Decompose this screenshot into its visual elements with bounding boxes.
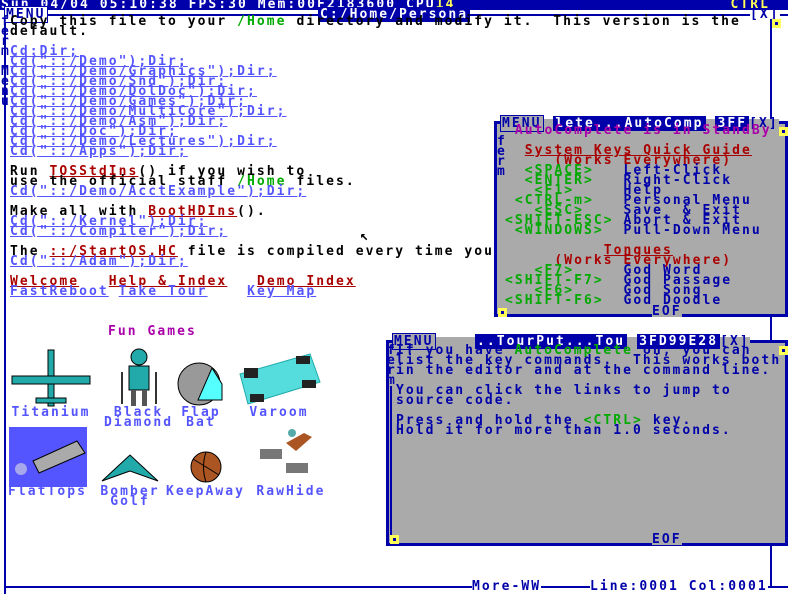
doc-line [10, 37, 741, 47]
game-titanium[interactable]: Titanium [8, 343, 94, 420]
doc-text: default. [10, 24, 90, 39]
tour-indent-bar [390, 386, 392, 541]
game-icon [166, 437, 245, 487]
doc-text: Pull-Down Menu [623, 223, 762, 238]
doc-line: in the editor and at the command line. [396, 363, 781, 378]
game-bomber-golf[interactable]: Bomber Golf [100, 437, 160, 508]
game-icon [8, 427, 87, 487]
tour-eof: EOF [652, 532, 682, 547]
tour-scroll-handle[interactable] [779, 346, 788, 355]
game-label: Diamond [104, 415, 174, 430]
doc-text [208, 284, 248, 299]
doc-line: <SHIFT-F6> God Doodle [505, 293, 772, 308]
doc-line: Copy this file to your /Home directory a… [10, 14, 741, 29]
game-icon [8, 343, 94, 408]
doc-line: Hold it for more than 1.0 seconds. [396, 423, 781, 438]
doc-text: <WINDOWS> [505, 223, 624, 238]
doc-line: AutoComplete is in StandBy [505, 123, 772, 138]
doc-link[interactable]: Cd("::/Apps");Dir; [10, 144, 188, 159]
doc-line: <WINDOWS> Pull-Down Menu [505, 223, 772, 238]
game-label: Titanium [11, 405, 91, 420]
doc-text: file is compiled every time you [177, 244, 494, 259]
doc-text: directory and modify it. This version is… [286, 14, 741, 29]
doc-text: source code. [396, 393, 515, 408]
doc-link[interactable]: FastReboot [10, 284, 109, 299]
game-label: KeepAway [166, 484, 246, 499]
auto-resize-handle[interactable] [498, 308, 507, 317]
game-icon [104, 343, 173, 408]
doc-text: <SHIFT-F6> [505, 293, 624, 308]
game-icon [236, 343, 322, 408]
doc-link[interactable]: Take Tour [119, 284, 208, 299]
doc-link[interactable]: Cd("::/Compiler");Dir; [10, 224, 227, 239]
status-more: More-WW [472, 579, 542, 594]
auto-scroll-handle[interactable] [779, 127, 788, 136]
doc-text: in the editor and at the command line. [396, 363, 772, 378]
scroll-handle[interactable] [772, 19, 781, 28]
game-flap-bat[interactable]: Flap Bat [176, 343, 226, 429]
fun-games-title: Fun Games [108, 324, 197, 339]
game-icon [256, 429, 326, 487]
game-varoom[interactable]: Varoom [236, 343, 322, 420]
autocomplete-document: AutoComplete is in StandBy System Keys Q… [505, 123, 772, 308]
game-flattops[interactable]: FlatTops [8, 427, 88, 499]
doc-link[interactable]: Key Map [247, 284, 316, 299]
game-label: Varoom [249, 405, 309, 420]
game-icon [176, 343, 226, 408]
game-icon [100, 437, 160, 487]
mouse-cursor-icon: ↖ [360, 228, 371, 244]
doc-text: /Home [237, 14, 287, 29]
auto-eof: EOF [652, 304, 682, 319]
tour-resize-handle[interactable] [390, 535, 399, 544]
doc-text: Hold it for more than 1.0 seconds. [396, 423, 732, 438]
game-black-diamond[interactable]: Black Diamond [104, 343, 174, 430]
game-label: RawHide [256, 484, 326, 499]
game-keepaway[interactable]: KeepAway [166, 437, 246, 499]
game-label: FlatTops [8, 484, 88, 499]
tour-document: If you have AutoComplete on, you can list… [396, 344, 781, 438]
doc-link[interactable]: Cd("::/Demo/AcctExample");Dir; [10, 184, 306, 199]
doc-link[interactable]: Cd("::/Adam");Dir; [10, 254, 188, 269]
status-line-col: Line:0001 Col:0001 [590, 579, 768, 594]
game-rawhide[interactable]: RawHide [256, 429, 326, 499]
doc-text: AutoComplete is in StandBy [505, 123, 772, 138]
doc-text [109, 284, 119, 299]
doc-text: (). [237, 204, 267, 219]
